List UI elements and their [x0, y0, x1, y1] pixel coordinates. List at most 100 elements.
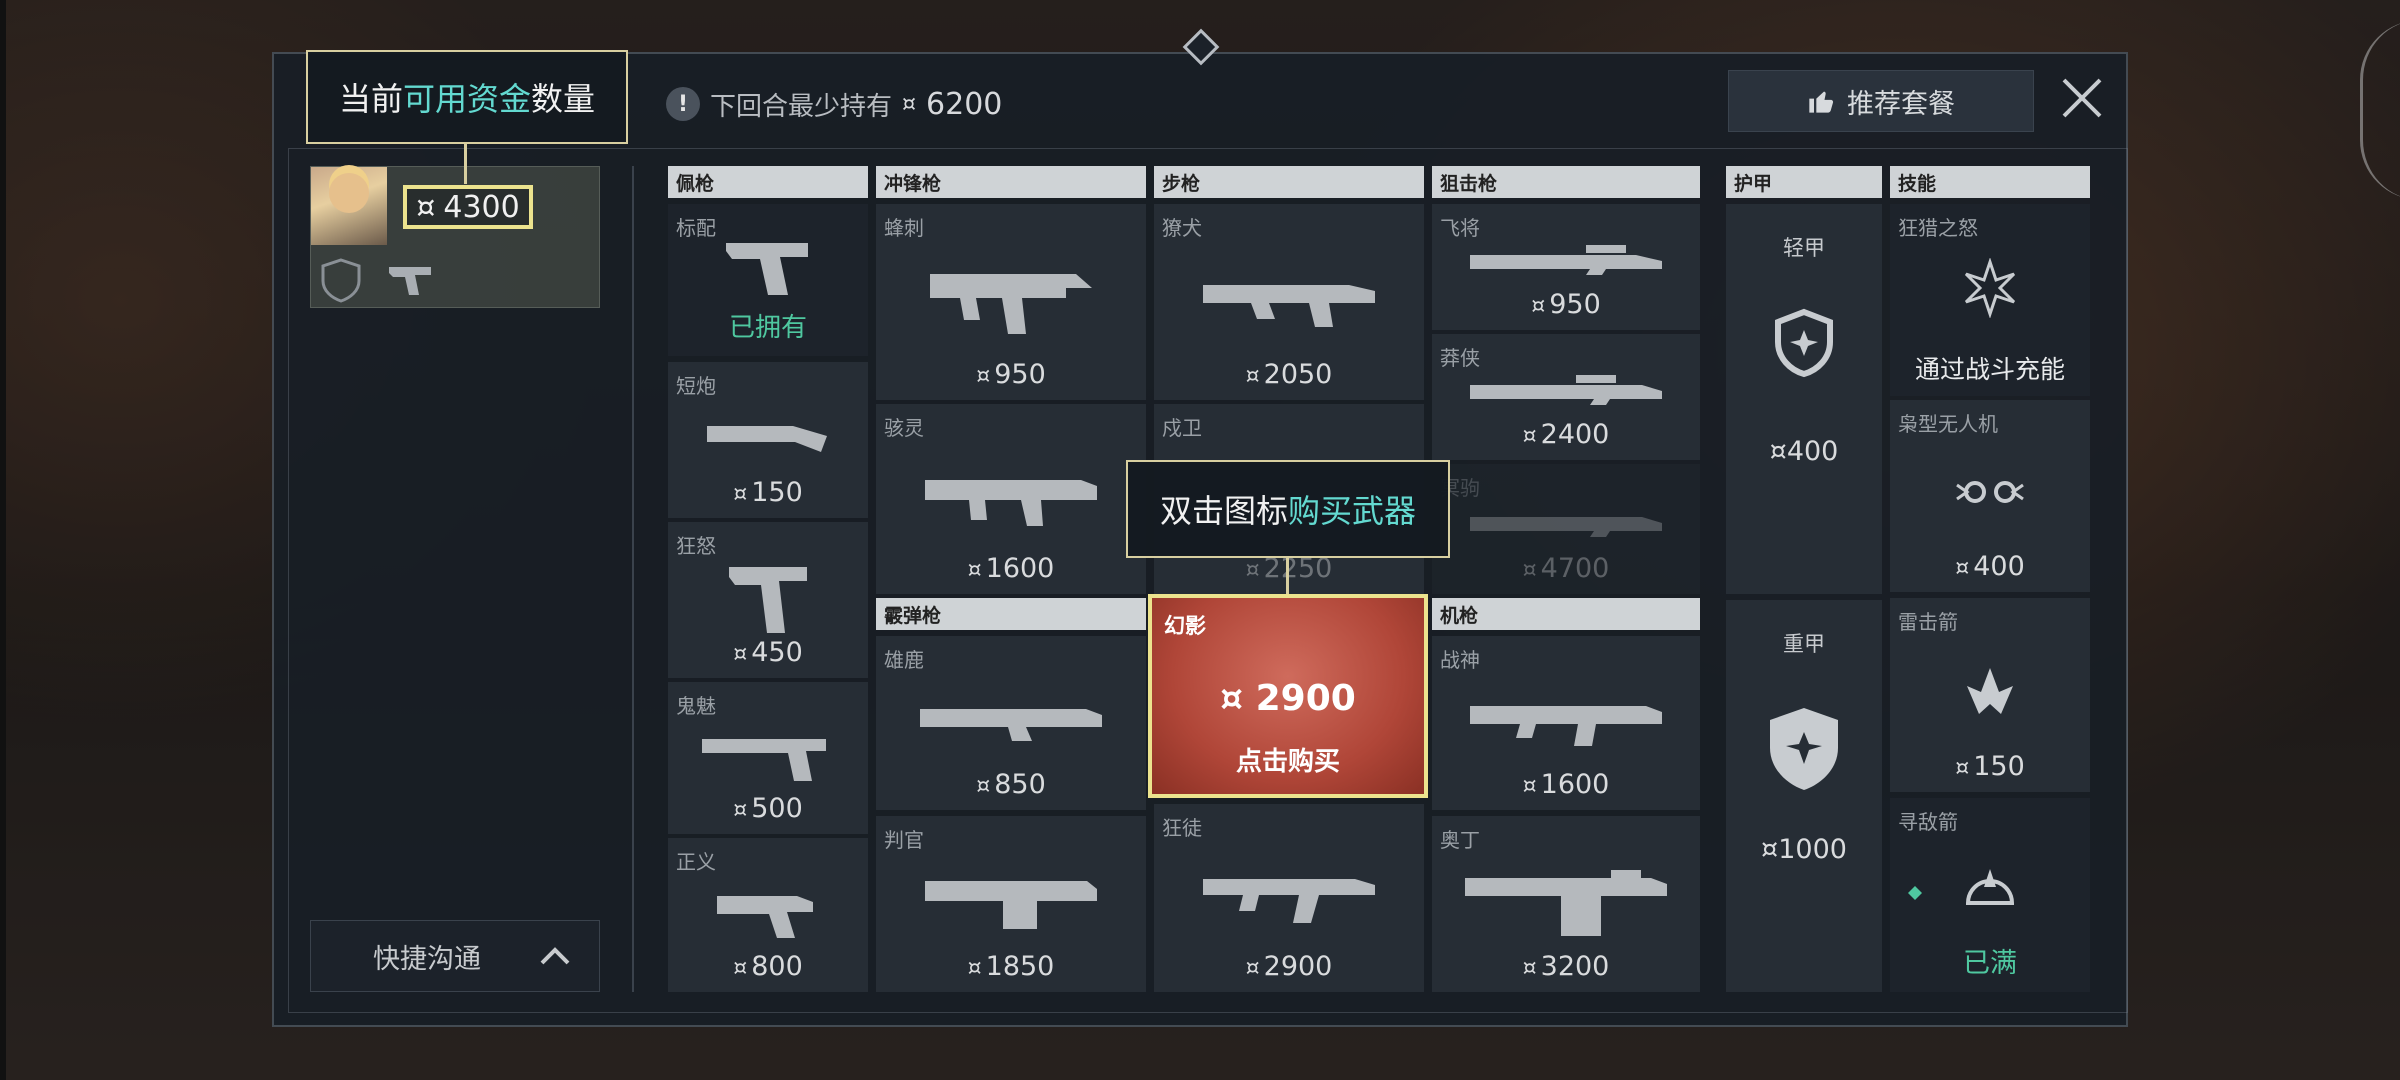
category-sniper: 狙击枪 — [1432, 166, 1700, 198]
weapon-price: ¤ 1600 — [1522, 769, 1610, 800]
weapon-card-judge[interactable]: 判官 ¤ 1850 — [876, 816, 1146, 992]
weapon-price: ¤ 2050 — [1245, 359, 1333, 390]
rifle-icon — [1203, 879, 1375, 924]
category-smg: 冲锋枪 — [876, 166, 1146, 198]
weapon-price: ¤ 2900 — [1220, 678, 1356, 719]
category-abilities: 技能 — [1890, 166, 2090, 198]
machine-pistol-icon — [729, 566, 807, 633]
weapon-card-ghost[interactable]: 鬼魅 ¤ 500 — [668, 682, 868, 834]
weapon-name: 正义 — [676, 850, 716, 874]
weapon-card-stinger[interactable]: 蜂刺 ¤ 950 — [876, 204, 1146, 400]
weapon-name: 短炮 — [676, 374, 716, 398]
weapon-name: 幻影 — [1164, 614, 1206, 638]
armor-card-light[interactable]: 轻甲 ¤400 — [1726, 204, 1882, 594]
weapon-card-spectre[interactable]: 骇灵 ¤ 1600 — [876, 404, 1146, 594]
armor-price: ¤1000 — [1761, 834, 1847, 865]
armor-card-heavy[interactable]: 重甲 ¤1000 — [1726, 600, 1882, 992]
ability-price: ¤ 150 — [1955, 751, 2025, 782]
currency-icon: ¤ — [416, 189, 436, 225]
shotgun-icon — [920, 708, 1102, 741]
weapon-card-frenzy[interactable]: 狂怒 ¤ 450 — [668, 522, 868, 678]
tooltip-text: 当前 — [338, 80, 403, 118]
sniper-rifle-icon — [1470, 244, 1662, 275]
ability-card-shock-bolt[interactable]: 雷击箭 ¤ 150 — [1890, 598, 2090, 792]
hunters-fury-icon — [1964, 258, 2016, 319]
available-funds: ¤ 4300 — [403, 185, 533, 229]
ability-name: 雷击箭 — [1898, 610, 1958, 634]
panel-divider — [632, 166, 634, 992]
weapon-card-shorty[interactable]: 短炮 ¤ 150 — [668, 362, 868, 518]
tooltip-text: 双击图标 — [1159, 492, 1288, 530]
weapon-card-outlaw[interactable]: 莽侠 ¤ 2400 — [1432, 334, 1700, 460]
recommend-package-button[interactable]: 推荐套餐 — [1728, 70, 2034, 132]
weapon-card-ares[interactable]: 战神 ¤ 1600 — [1432, 636, 1700, 810]
shock-bolt-icon — [1967, 668, 2013, 715]
funds-value: 4300 — [443, 189, 520, 225]
thumbs-up-icon — [1809, 91, 1834, 113]
revolver-icon — [717, 895, 813, 938]
quick-comm-button[interactable]: 快捷沟通 — [310, 920, 600, 992]
sniper-rifle-icon — [1470, 374, 1662, 405]
tooltip-pointer — [1286, 558, 1289, 594]
info-icon: ! — [666, 87, 700, 121]
close-button[interactable] — [2056, 72, 2108, 124]
rifle-icon — [1203, 285, 1375, 328]
weapon-card-bucky[interactable]: 雄鹿 ¤ 850 — [876, 636, 1146, 810]
screen-bezel — [0, 0, 6, 1080]
weapon-card-phantom-selected[interactable]: 幻影 ¤ 2900 点击购买 — [1148, 594, 1428, 798]
weapon-price: ¤ 950 — [976, 359, 1046, 390]
weapon-name: 雄鹿 — [884, 648, 924, 672]
weapon-price: ¤ 850 — [976, 769, 1046, 800]
machine-gun-icon — [1470, 705, 1662, 746]
recon-bolt-icon — [1965, 869, 2015, 906]
weapon-name: 战神 — [1440, 648, 1480, 672]
weapon-price: ¤ 450 — [733, 637, 803, 668]
weapon-price: ¤ 1850 — [967, 951, 1055, 982]
weapon-card-vandal[interactable]: 狂徒 ¤ 2900 — [1154, 804, 1424, 992]
weapon-price: ¤ 500 — [733, 793, 803, 824]
weapon-card-marshal[interactable]: 飞将 ¤ 950 — [1432, 204, 1700, 330]
heavy-shield-icon — [1770, 708, 1838, 790]
ability-name: 寻敌箭 — [1898, 810, 1958, 834]
weapon-name: 奥丁 — [1440, 828, 1480, 852]
sniper-rifle-icon — [1470, 516, 1662, 537]
click-to-buy-label: 点击购买 — [1235, 747, 1340, 777]
weapon-card-operator[interactable]: 冥驹 ¤ 4700 — [1432, 464, 1700, 594]
smg-icon — [925, 480, 1097, 527]
weapon-price: ¤ 3200 — [1522, 951, 1610, 982]
pistol-icon — [726, 242, 808, 295]
charge-pip-icon — [1908, 886, 1922, 900]
armor-name: 轻甲 — [1783, 236, 1825, 260]
weapon-price: ¤ 4700 — [1522, 553, 1610, 584]
weapon-name: 狂怒 — [676, 534, 716, 558]
ability-price: ¤ 400 — [1955, 551, 2025, 582]
currency-icon: ¤ — [902, 91, 917, 117]
full-status: 已满 — [1963, 948, 2017, 979]
owl-drone-icon — [1956, 481, 2024, 504]
ability-card-owl-drone[interactable]: 枭型无人机 ¤ 400 — [1890, 400, 2090, 592]
category-sidearm: 佩枪 — [668, 166, 868, 198]
weapon-card-odin[interactable]: 奥丁 ¤ 3200 — [1432, 816, 1700, 992]
weapon-name: 骇灵 — [884, 416, 924, 440]
weapon-price: ¤ 2900 — [1245, 951, 1333, 982]
player-card: ¤ 4300 — [310, 166, 600, 308]
pistol-slot-icon — [389, 267, 431, 295]
ability-card-ultimate: 狂猎之怒 通过战斗充能 — [1890, 204, 2090, 396]
ability-name: 枭型无人机 — [1898, 412, 1998, 436]
weapon-card-sheriff[interactable]: 正义 ¤ 800 — [668, 838, 868, 992]
tooltip-highlight: 购买武器 — [1288, 492, 1417, 530]
weapon-name: 狂徒 — [1162, 816, 1202, 840]
tooltip-text: 数量 — [531, 80, 596, 118]
weapon-card-bulldog[interactable]: 獠犬 ¤ 2050 — [1154, 204, 1424, 400]
weapon-card-sidearm[interactable]: 标配 已拥有 — [668, 204, 868, 356]
tooltip-pointer — [464, 144, 467, 184]
weapon-price: ¤ 800 — [733, 951, 803, 982]
category-shotgun: 霰弹枪 — [876, 598, 1146, 630]
weapon-name: 戍卫 — [1162, 416, 1202, 440]
min-hold-info: ! 下回合最少持有 ¤ 6200 — [666, 84, 1002, 124]
heavy-machine-gun-icon — [1465, 870, 1667, 937]
weapon-price: ¤ 1600 — [967, 553, 1055, 584]
ability-name: 狂猎之怒 — [1898, 216, 1978, 240]
category-rifle: 步枪 — [1154, 166, 1424, 198]
close-icon — [2062, 78, 2102, 118]
